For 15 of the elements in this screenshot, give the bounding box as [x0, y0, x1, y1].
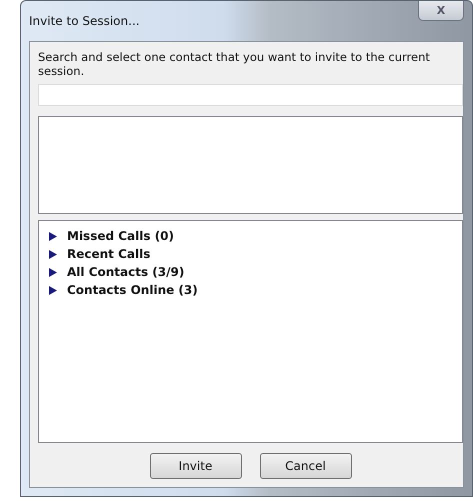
tree-item[interactable]: Contacts Online (3) [49, 281, 462, 299]
tree-item-label: All Contacts (3/9) [67, 265, 184, 279]
tree-item[interactable]: Missed Calls (0) [49, 227, 462, 245]
tree-item-label: Contacts Online (3) [67, 283, 198, 297]
tree-item[interactable]: All Contacts (3/9) [49, 263, 462, 281]
results-list[interactable] [38, 116, 463, 214]
close-button[interactable]: X [418, 1, 464, 21]
invite-button[interactable]: Invite [150, 453, 242, 479]
tree-item[interactable]: Recent Calls [49, 245, 462, 263]
window-title: Invite to Session... [29, 14, 140, 28]
search-field[interactable] [38, 84, 463, 106]
instruction-text: Search and select one contact that you want to invite to the current session. [38, 50, 431, 78]
cancel-button[interactable]: Cancel [260, 453, 352, 479]
tree-item-label: Recent Calls [67, 247, 150, 261]
tree-item-label: Missed Calls (0) [67, 229, 174, 243]
